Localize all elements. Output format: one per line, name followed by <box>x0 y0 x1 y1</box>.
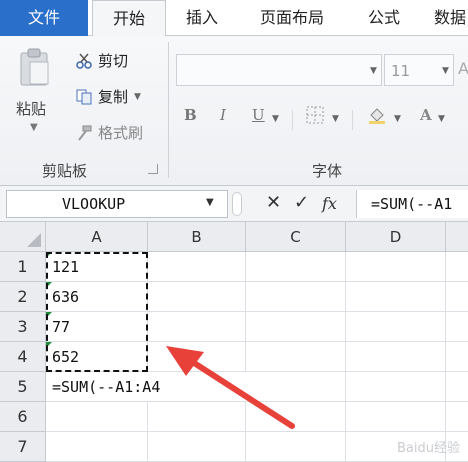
underline-button[interactable]: U <box>252 106 265 124</box>
tab-data[interactable]: 数据 <box>426 0 468 36</box>
formula-bar: VLOOKUP ▼ ✕ ✓ fx =SUM(--A1 <box>0 186 468 222</box>
ribbon-tab-bar: 文件 开始 插入 页面布局 公式 数据 <box>0 0 468 37</box>
enter-icon[interactable]: ✓ <box>294 192 309 213</box>
group-separator <box>168 42 169 178</box>
insert-function-icon[interactable]: fx <box>322 194 337 213</box>
font-group-label: 字体 <box>312 162 343 180</box>
tab-home[interactable]: 开始 <box>92 0 166 37</box>
clipboard-icon[interactable] <box>18 48 52 88</box>
underline-dropdown-icon[interactable]: ▼ <box>272 114 279 124</box>
formula-bar-splitter[interactable] <box>232 192 242 216</box>
border-dropdown-icon[interactable]: ▼ <box>332 114 339 124</box>
font-size-value: 11 <box>391 62 411 80</box>
fill-color-icon[interactable] <box>368 106 386 124</box>
font-size-dropdown-icon[interactable]: ▼ <box>442 66 449 76</box>
italic-button[interactable]: I <box>220 106 226 124</box>
worksheet-grid: A B C D 1 2 3 4 5 6 7 121 636 77 652 =SU… <box>0 222 468 462</box>
copy-label: 复制 <box>98 88 129 106</box>
tab-page-layout[interactable]: 页面布局 <box>244 0 340 36</box>
ribbon-home: 粘贴 ▼ 剪切 复制 ▼ 格式刷 剪贴板 ▼ 11 ▼ A B I U ▼ ▼ … <box>0 36 468 186</box>
name-box[interactable]: VLOOKUP <box>6 190 228 218</box>
cut-button[interactable]: 剪切 <box>76 50 128 71</box>
paste-button[interactable]: 粘贴 <box>16 98 46 119</box>
tab-formulas[interactable]: 公式 <box>356 0 412 36</box>
fill-color-dropdown-icon[interactable]: ▼ <box>394 114 401 124</box>
format-painter-button[interactable]: 格式刷 <box>76 122 143 143</box>
bold-button[interactable]: B <box>184 106 197 124</box>
clipboard-group-label: 剪贴板 <box>42 162 88 180</box>
watermark: Baidu经验 <box>397 441 460 456</box>
format-separator <box>292 110 293 130</box>
cut-label: 剪切 <box>98 52 129 70</box>
copy-button[interactable]: 复制 ▼ <box>76 86 141 107</box>
format-painter-label: 格式刷 <box>98 124 144 142</box>
name-box-dropdown-icon[interactable]: ▼ <box>206 197 214 208</box>
copy-dropdown-icon[interactable]: ▼ <box>134 92 141 102</box>
grow-font-icon[interactable]: A <box>458 54 468 86</box>
tab-file[interactable]: 文件 <box>0 0 88 36</box>
format-painter-icon <box>78 125 92 141</box>
red-arrow-icon <box>166 346 295 429</box>
font-color-dropdown-icon[interactable]: ▼ <box>438 114 445 124</box>
scissors-icon <box>76 53 92 69</box>
cancel-icon[interactable]: ✕ <box>266 192 281 213</box>
format-separator <box>352 110 353 130</box>
font-color-icon[interactable]: A <box>420 106 432 124</box>
paste-dropdown-icon[interactable]: ▼ <box>30 122 38 133</box>
formula-input[interactable]: =SUM(--A1 <box>356 190 468 218</box>
font-name-select[interactable] <box>176 54 382 86</box>
border-icon[interactable] <box>306 106 324 124</box>
tab-insert[interactable]: 插入 <box>178 0 226 36</box>
copy-icon <box>76 89 92 104</box>
font-name-dropdown-icon[interactable]: ▼ <box>370 66 377 76</box>
clipboard-launcher-icon[interactable] <box>148 164 158 174</box>
